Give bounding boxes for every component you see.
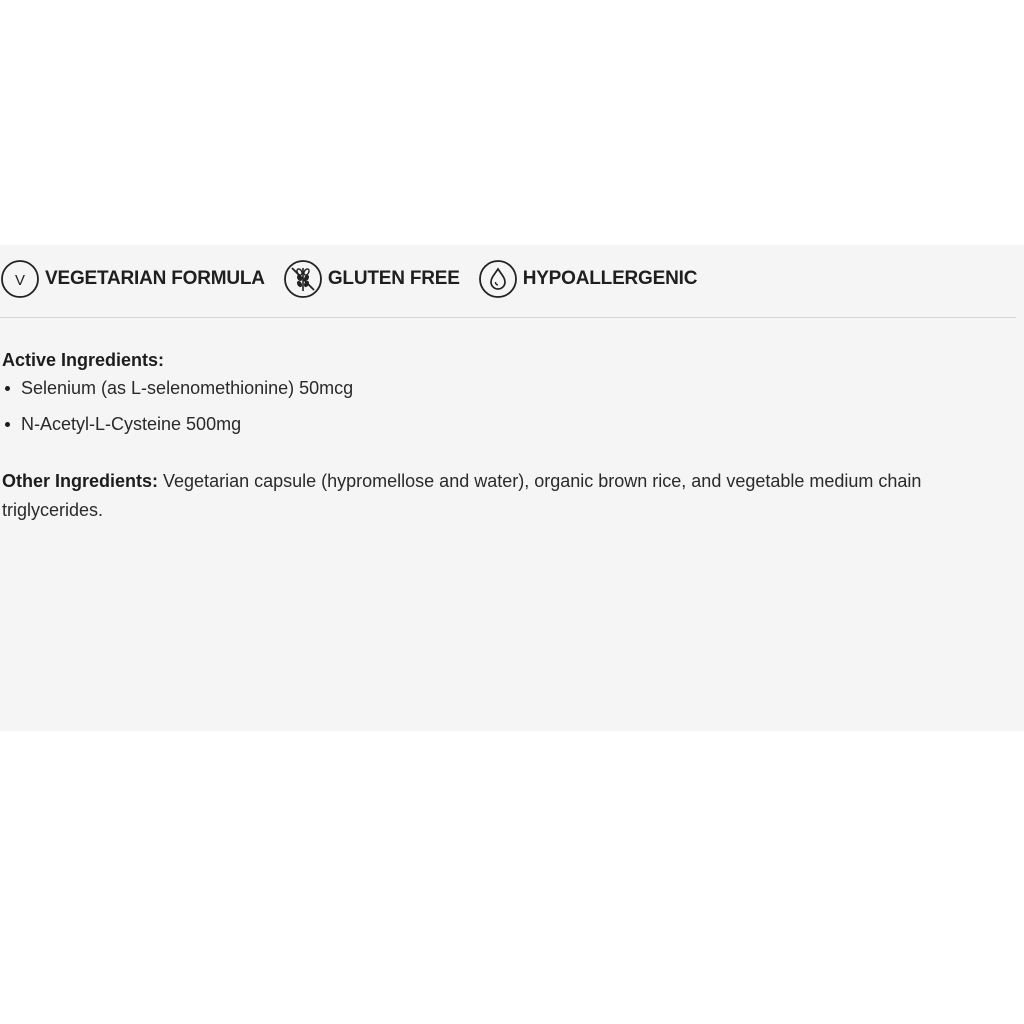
feature-badges: V VEGETARIAN FORMULA GLUTEN FREE HYPOALL… [0,258,715,300]
ingredients-panel: V VEGETARIAN FORMULA GLUTEN FREE HYPOALL… [0,245,1024,731]
droplet-icon [478,260,517,298]
active-ingredients-list: Selenium (as L-selenomethionine) 50mcg N… [0,377,353,449]
badge-vegetarian: V VEGETARIAN FORMULA [0,259,265,299]
other-ingredients-heading: Other Ingredients: [2,471,159,491]
badge-gluten-free: GLUTEN FREE [283,259,460,299]
badge-label-hypoallergenic: HYPOALLERGENIC [522,268,698,289]
svg-text:V: V [15,272,25,289]
ingredient-text: Selenium (as L-selenomethionine) 50mcg [21,378,354,398]
other-ingredients: Other Ingredients: Vegetarian capsule (h… [2,467,1020,525]
active-ingredients-heading: Active Ingredients: [2,350,165,370]
badge-label-gluten-free: GLUTEN FREE [327,268,460,289]
ingredient-text: N-Acetyl-L-Cysteine 500mg [21,414,242,434]
bullet-dot [5,422,10,427]
bullet-dot [5,386,10,391]
badge-label-vegetarian: VEGETARIAN FORMULA [45,268,265,289]
divider [0,317,1016,318]
vegetarian-v-icon: V [1,260,39,298]
list-item: N-Acetyl-L-Cysteine 500mg [0,413,353,449]
badge-hypoallergenic: HYPOALLERGENIC [478,259,698,299]
list-item: Selenium (as L-selenomethionine) 50mcg [0,377,353,413]
wheat-crossed-icon [283,260,322,298]
